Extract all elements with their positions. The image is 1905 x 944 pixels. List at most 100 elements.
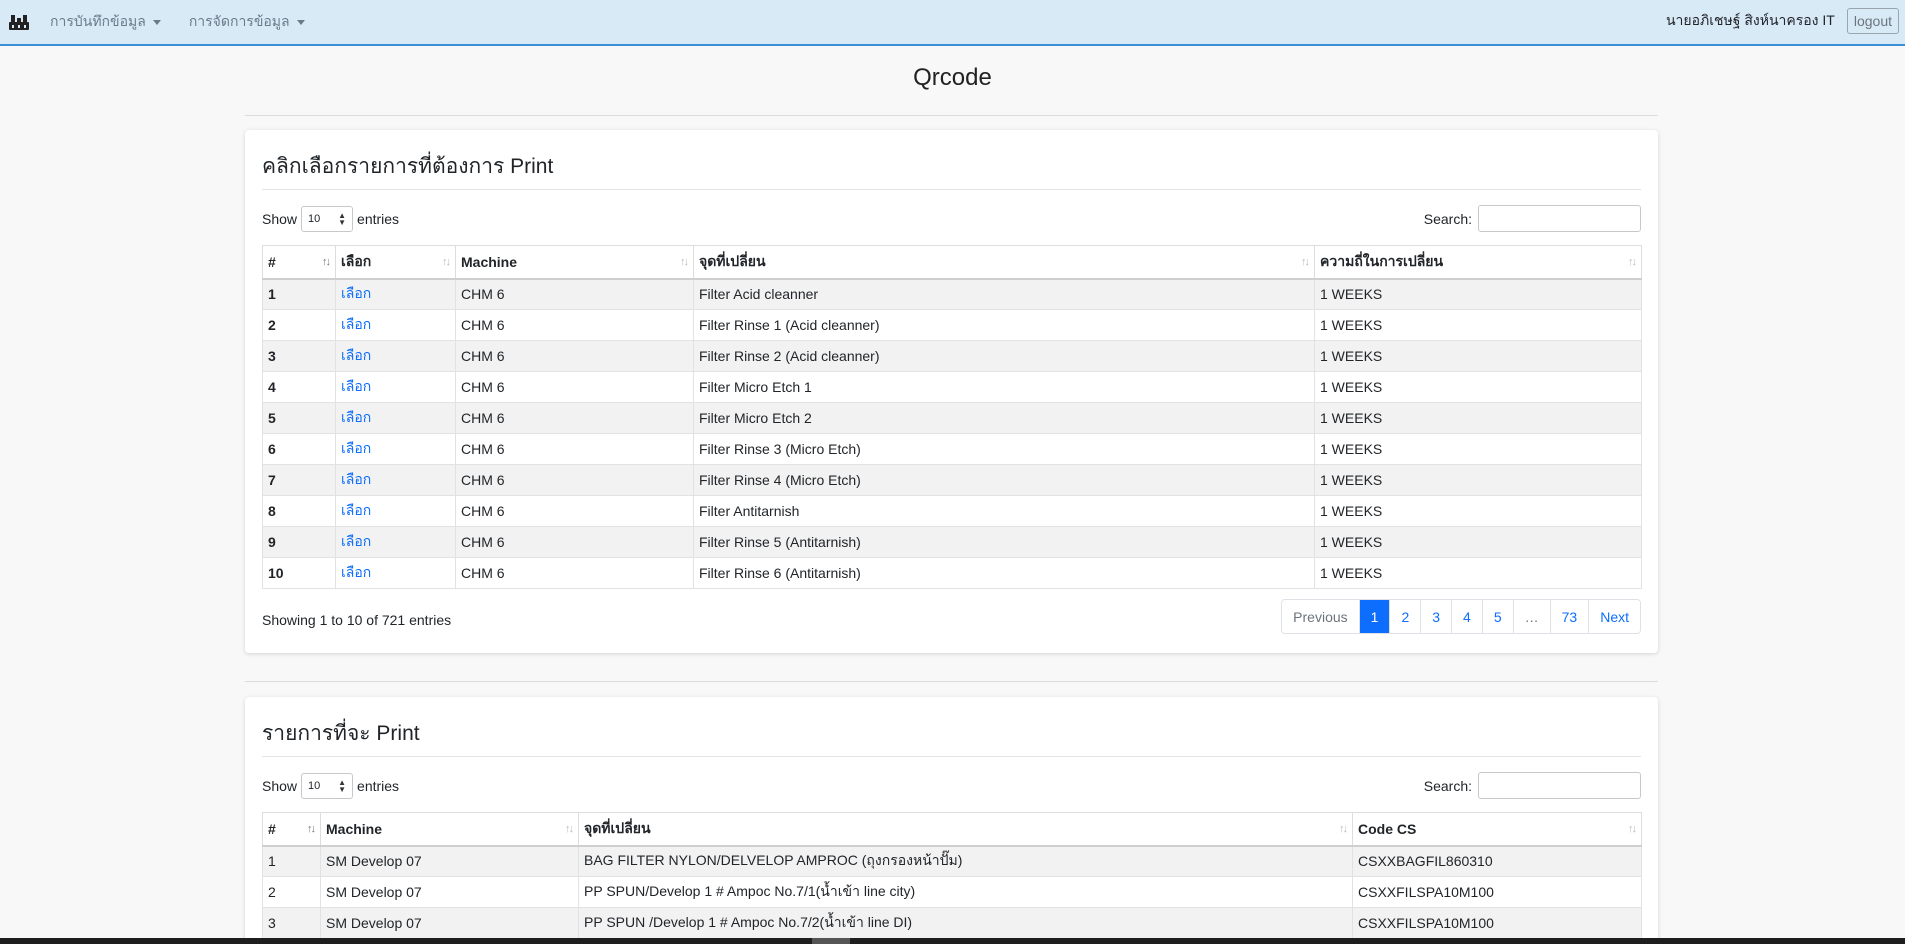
entries-per-page-select[interactable]: 10 ▲ ▼ [301, 206, 354, 232]
cell-machine: SM Develop 07 [320, 845, 579, 877]
page-5-button[interactable]: 5 [1481, 600, 1513, 633]
col-header-label: จุดที่เปลี่ยน [699, 252, 766, 269]
cell-no: 9 [262, 526, 336, 558]
cell-change-point: Filter Micro Etch 1 [693, 371, 1315, 403]
pick-link[interactable]: เลือก [341, 347, 371, 363]
scrollbar-thumb[interactable] [812, 938, 850, 944]
search-input[interactable] [1478, 772, 1641, 799]
cell-no: 7 [262, 464, 336, 496]
select-arrows-icon: ▲ ▼ [338, 211, 347, 227]
page-previous-button[interactable]: Previous [1282, 600, 1359, 633]
cell-change-point: Filter Rinse 6 (Antitarnish) [693, 557, 1315, 589]
entries-value: 10 [308, 213, 321, 225]
col-header-no[interactable]: # ↑↓ [262, 245, 336, 280]
cell-change-point: Filter Rinse 4 (Micro Etch) [693, 464, 1315, 496]
cell-no: 1 [262, 278, 336, 310]
search-input[interactable] [1478, 205, 1641, 232]
cell-change-point: Filter Micro Etch 2 [693, 402, 1315, 434]
pick-link[interactable]: เลือก [341, 378, 371, 394]
horizontal-scrollbar[interactable] [0, 938, 1905, 944]
pick-link[interactable]: เลือก [341, 471, 371, 487]
pick-link[interactable]: เลือก [341, 564, 371, 580]
print-list-table: # ↑↓ Machine ↑↓ จุดที่เปลี่ยน ↑↓ Code CS ↑↓ … [262, 812, 1642, 939]
table-row: 2 SM Develop 07 PP SPUN/Develop 1 # Ampoc … [262, 876, 1642, 908]
sort-icon: ↑↓ [1628, 823, 1637, 835]
cell-machine: CHM 6 [455, 433, 694, 465]
cell-frequency: 1 WEEKS [1314, 526, 1642, 558]
cell-code-cs: CSXXBAGFIL860310 [1352, 845, 1642, 877]
cell-frequency: 1 WEEKS [1314, 433, 1642, 465]
cell-no: 2 [262, 309, 336, 341]
col-header-change-point[interactable]: จุดที่เปลี่ยน ↑↓ [693, 245, 1315, 280]
sort-icon: ↑↓ [565, 823, 574, 835]
col-header-machine[interactable]: Machine ↑↓ [320, 812, 579, 847]
table-row: 5 เลือก CHM 6 Filter Micro Etch 21 WEEKS [262, 402, 1642, 434]
cell-machine: CHM 6 [455, 309, 694, 341]
cell-code-cs: CSXXFILSPA10M100 [1352, 907, 1642, 939]
cell-no: 2 [262, 876, 321, 908]
page-2-button[interactable]: 2 [1389, 600, 1421, 633]
cell-machine: CHM 6 [455, 340, 694, 372]
pick-link[interactable]: เลือก [341, 285, 371, 301]
page-73-button[interactable]: 73 [1549, 600, 1589, 633]
pick-link[interactable]: เลือก [341, 533, 371, 549]
sort-icon: ↑↓ [680, 256, 689, 268]
top-navbar: การบันทึกข้อมูล การจัดการข้อมูล นายอภิเช… [0, 0, 1905, 46]
print-list-card: รายการที่จะ Print Show 10 ▲ ▼ entries Sea… [245, 697, 1658, 944]
col-header-frequency[interactable]: ความถี่ในการเปลี่ยน ↑↓ [1314, 245, 1642, 280]
table-search: Search: [1424, 205, 1641, 232]
entries-per-page-select[interactable]: 10 ▲ ▼ [301, 773, 354, 799]
page-next-button[interactable]: Next [1588, 600, 1640, 633]
show-label: Show [262, 211, 298, 227]
card-title: รายการที่จะ Print [262, 722, 420, 745]
cell-machine: CHM 6 [455, 464, 694, 496]
col-header-pick[interactable]: เลือก ↑↓ [335, 245, 456, 280]
sort-icon: ↑↓ [1339, 823, 1348, 835]
cell-frequency: 1 WEEKS [1314, 278, 1642, 310]
nav-menu-manage-data[interactable]: การจัดการข้อมูล [189, 11, 305, 33]
cell-change-point: Filter Rinse 2 (Acid cleanner) [693, 340, 1315, 372]
cell-machine: CHM 6 [455, 526, 694, 558]
pick-link[interactable]: เลือก [341, 440, 371, 456]
cell-code-cs: CSXXFILSPA10M100 [1352, 876, 1642, 908]
table-row: 6 เลือก CHM 6 Filter Rinse 3 (Micro Etch) 1 … [262, 433, 1642, 465]
col-header-machine[interactable]: Machine ↑↓ [455, 245, 694, 280]
logout-button[interactable]: logout [1846, 8, 1899, 34]
cell-change-point: Filter Acid cleanner [693, 278, 1315, 310]
page-4-button[interactable]: 4 [1451, 600, 1482, 633]
col-header-label: Machine [461, 253, 518, 270]
page-3-button[interactable]: 3 [1420, 600, 1452, 633]
pick-link[interactable]: เลือก [341, 502, 371, 518]
pick-link[interactable]: เลือก [341, 316, 371, 332]
search-label: Search: [1423, 777, 1472, 794]
table-row: 3 SM Develop 07 PP SPUN /Develop 1 # Ampoc… [262, 907, 1642, 939]
page-title: Qrcode [913, 64, 992, 91]
select-arrows-icon: ▲ ▼ [338, 778, 347, 794]
sort-icon: ↑↓ [1301, 256, 1310, 268]
cell-frequency: 1 WEEKS [1314, 309, 1642, 341]
cell-frequency: 1 WEEKS [1314, 340, 1642, 372]
nav-menu-record-data[interactable]: การบันทึกข้อมูล [50, 11, 161, 33]
table-header-row: # ↑↓ เลือก ↑↓ Machine ↑↓ จุดที่เปลี่ยน ↑↓ คว… [262, 245, 1642, 280]
cell-change-point: BAG FILTER NYLON/DELVELOP AMPROC (ถุงกรอ… [578, 845, 1353, 877]
cell-change-point: Filter Rinse 5 (Antitarnish) [693, 526, 1315, 558]
sort-asc-icon: ↑↓ [307, 823, 316, 835]
cell-change-point: PP SPUN /Develop 1 # Ampoc No.7/2(น้ำเข้… [578, 907, 1353, 939]
cell-frequency: 1 WEEKS [1314, 371, 1642, 403]
table-row: 1 SM Develop 07 BAG FILTER NYLON/DELVELOP … [262, 845, 1642, 877]
col-header-code-cs[interactable]: Code CS ↑↓ [1352, 812, 1642, 847]
page-1-button[interactable]: 1 [1358, 600, 1390, 633]
table-row: 2 เลือก CHM 6 Filter Rinse 1 (Acid cleanner… [262, 309, 1642, 341]
col-header-label: เลือก [341, 252, 372, 269]
page-ellipsis: … [1512, 600, 1550, 633]
brand-logo-icon[interactable] [2, 0, 36, 45]
col-header-label: ความถี่ในการเปลี่ยน [1320, 252, 1444, 269]
col-header-change-point[interactable]: จุดที่เปลี่ยน ↑↓ [578, 812, 1353, 847]
col-header-label: จุดที่เปลี่ยน [584, 819, 651, 836]
col-header-no[interactable]: # ↑↓ [262, 812, 321, 847]
pick-link[interactable]: เลือก [341, 409, 371, 425]
col-header-label: # [268, 820, 276, 837]
table-info: Showing 1 to 10 of 721 entries [262, 612, 452, 628]
col-header-label: Code CS [1358, 820, 1417, 837]
entries-value: 10 [308, 780, 321, 792]
